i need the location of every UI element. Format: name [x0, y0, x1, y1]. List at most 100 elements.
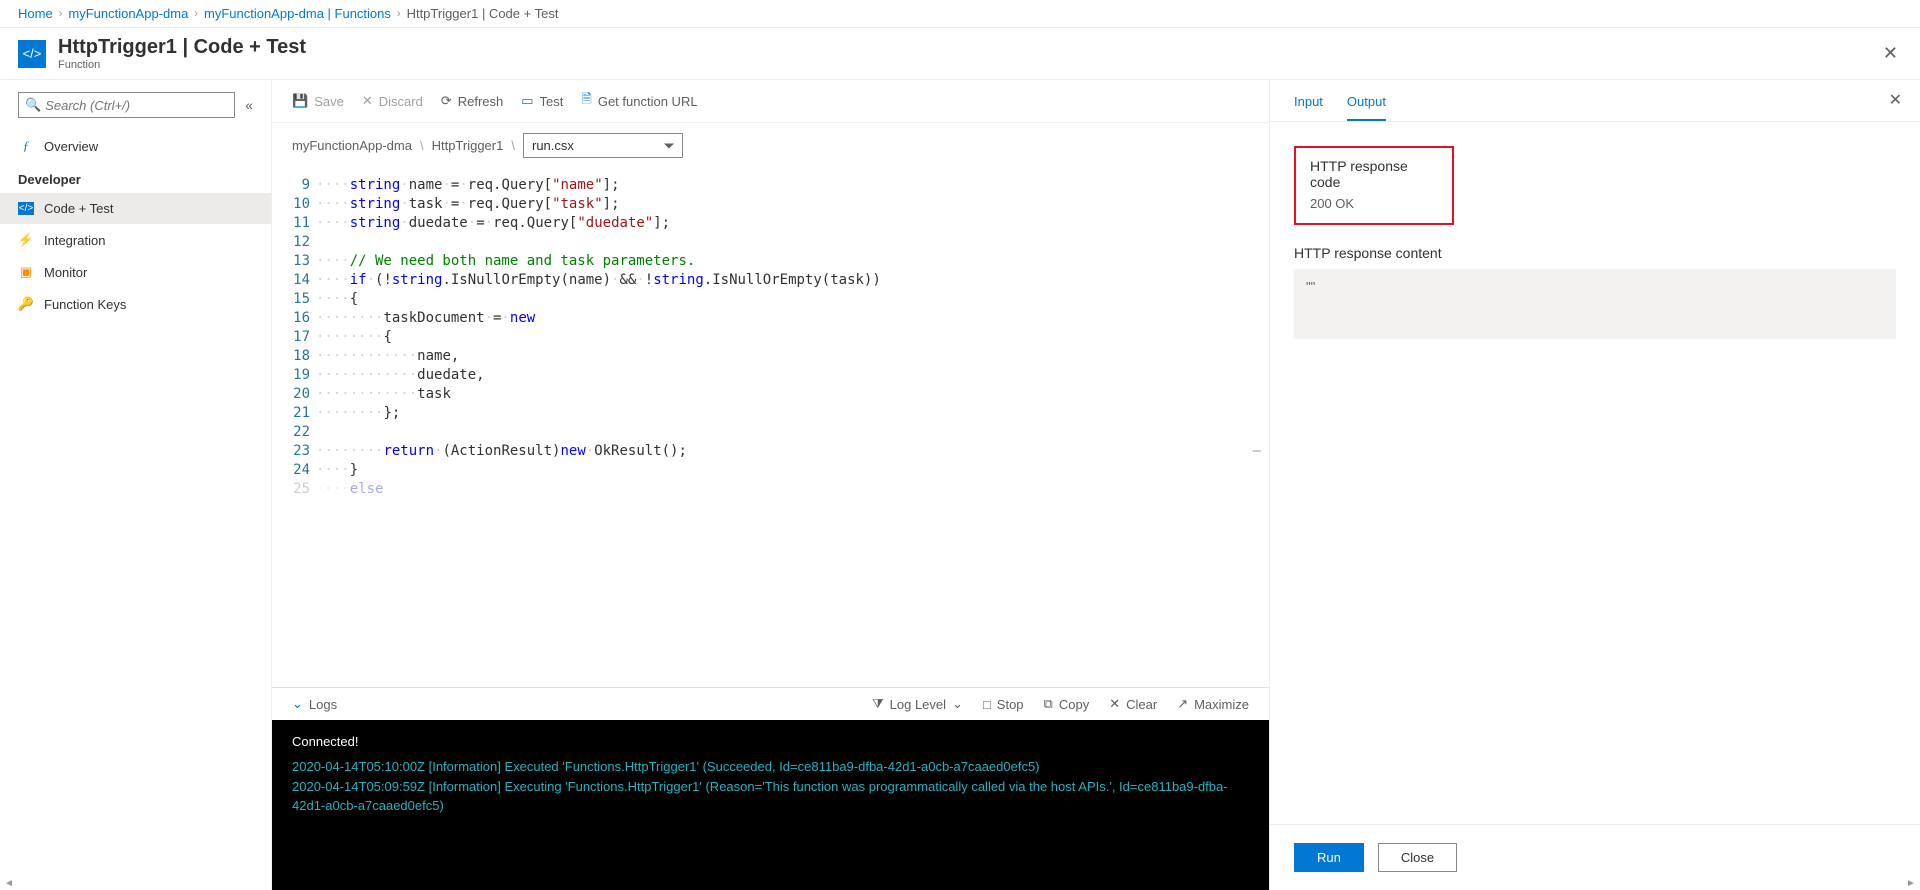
close-button[interactable]: Close — [1378, 843, 1457, 872]
copy-button[interactable]: ⧉ Copy — [1044, 696, 1090, 712]
sidebar-item-label: Integration — [44, 233, 105, 248]
maximize-button[interactable]: ↗ Maximize — [1177, 696, 1249, 712]
log-level-label: Log Level — [890, 697, 946, 712]
sidebar-item-overview[interactable]: ƒ Overview — [0, 130, 271, 162]
breadcrumb-current: HttpTrigger1 | Code + Test — [407, 6, 559, 21]
clear-icon: ✕ — [1109, 696, 1120, 712]
file-path-row: myFunctionApp-dma \ HttpTrigger1 \ run.c… — [272, 123, 1269, 172]
scroll-left-icon[interactable]: ◄ — [4, 878, 14, 889]
function-icon: </> — [18, 40, 46, 68]
console-output[interactable]: Connected! 2020-04-14T05:10:00Z [Informa… — [272, 720, 1269, 890]
close-blade-button[interactable]: ✕ — [1879, 39, 1902, 68]
chevron-right-icon: › — [194, 8, 198, 20]
save-label: Save — [314, 94, 344, 109]
sidebar-item-integration[interactable]: ⚡ Integration — [0, 224, 271, 256]
test-panel: ✕ Input Output HTTP response code 200 OK… — [1270, 80, 1920, 890]
code-editor[interactable]: 9101112 13141516 17181920 2122232425 ···… — [272, 172, 1269, 687]
response-code-value: 200 OK — [1310, 196, 1438, 211]
stop-label: Stop — [997, 697, 1024, 712]
logs-label: Logs — [309, 697, 337, 712]
sidebar-item-label: Monitor — [44, 265, 87, 280]
maximize-icon: ↗ — [1177, 696, 1188, 712]
maximize-label: Maximize — [1194, 697, 1249, 712]
path-separator: \ — [511, 138, 515, 153]
sidebar-item-code-test[interactable]: </> Code + Test — [0, 193, 271, 224]
url-icon: 🗎 — [581, 90, 591, 112]
response-code-label: HTTP response code — [1310, 158, 1438, 190]
sidebar-item-monitor[interactable]: ▣ Monitor — [0, 256, 271, 288]
line-gutter: 9101112 13141516 17181920 2122232425 — [272, 172, 316, 687]
file-dropdown[interactable]: run.csx — [523, 133, 683, 158]
breadcrumb-functions[interactable]: myFunctionApp-dma | Functions — [204, 6, 391, 21]
copy-label: Copy — [1059, 697, 1089, 712]
discard-button[interactable]: ✕ Discard — [362, 93, 423, 109]
run-button[interactable]: Run — [1294, 843, 1364, 872]
chevron-down-icon: ⌄ — [292, 696, 303, 712]
close-panel-button[interactable]: ✕ — [1889, 90, 1902, 110]
page-header: </> HttpTrigger1 | Code + Test Function … — [0, 28, 1920, 80]
save-icon: 💾 — [292, 93, 308, 109]
console-line: 2020-04-14T05:09:59Z [Information] Execu… — [292, 777, 1249, 816]
sidebar-section-developer: Developer — [0, 162, 271, 193]
test-icon: ▭ — [521, 93, 533, 109]
path-separator: \ — [420, 138, 424, 153]
refresh-label: Refresh — [458, 94, 504, 109]
sidebar-item-label: Overview — [44, 139, 98, 154]
sidebar-item-label: Code + Test — [44, 201, 114, 216]
filter-icon: ⧩ — [872, 696, 884, 712]
discard-icon: ✕ — [362, 93, 373, 109]
toolbar: 💾 Save ✕ Discard ⟳ Refresh ▭ Test 🗎 Get … — [272, 80, 1269, 123]
clear-label: Clear — [1126, 697, 1157, 712]
test-button[interactable]: ▭ Test — [521, 93, 563, 109]
search-icon: 🔍 — [25, 97, 41, 113]
breadcrumb: Home › myFunctionApp-dma › myFunctionApp… — [0, 0, 1920, 28]
logs-toolbar: ⌄ Logs ⧩ Log Level ⌄ □ Stop ⧉ Copy ✕ Cle… — [272, 687, 1269, 720]
logs-toggle[interactable]: ⌄ Logs — [292, 696, 337, 712]
stop-button[interactable]: □ Stop — [983, 697, 1024, 712]
clear-button[interactable]: ✕ Clear — [1109, 696, 1157, 712]
save-button[interactable]: 💾 Save — [292, 93, 344, 109]
sidebar-item-function-keys[interactable]: 🔑 Function Keys — [0, 288, 271, 320]
file-dropdown-value: run.csx — [532, 138, 574, 153]
monitor-icon: ▣ — [18, 264, 34, 280]
tab-input[interactable]: Input — [1294, 94, 1323, 121]
chevron-right-icon: › — [59, 8, 63, 20]
test-label: Test — [540, 94, 564, 109]
center-pane: 💾 Save ✕ Discard ⟳ Refresh ▭ Test 🗎 Get … — [272, 80, 1270, 890]
sidebar-item-label: Function Keys — [44, 297, 126, 312]
refresh-icon: ⟳ — [441, 93, 452, 109]
sidebar: 🔍 « ƒ Overview Developer </> Code + Test… — [0, 80, 272, 890]
get-url-label: Get function URL — [598, 94, 698, 109]
response-content-box: "" — [1294, 269, 1896, 339]
response-code-box: HTTP response code 200 OK — [1294, 146, 1454, 225]
scroll-right-icon[interactable]: ► — [1906, 878, 1916, 889]
refresh-button[interactable]: ⟳ Refresh — [441, 93, 503, 109]
page-title: HttpTrigger1 | Code + Test — [58, 36, 306, 59]
breadcrumb-home[interactable]: Home — [18, 6, 53, 21]
lightning-icon: ⚡ — [18, 232, 34, 248]
collapse-sidebar-button[interactable]: « — [245, 97, 253, 113]
get-function-url-button[interactable]: 🗎 Get function URL — [581, 90, 697, 112]
function-f-icon: ƒ — [18, 138, 34, 154]
copy-icon: ⧉ — [1044, 696, 1053, 712]
chevron-right-icon: › — [397, 8, 401, 20]
key-icon: 🔑 — [18, 296, 34, 312]
response-content-label: HTTP response content — [1294, 245, 1896, 261]
path-segment-func: HttpTrigger1 — [432, 138, 504, 153]
chevron-down-icon: ⌄ — [952, 696, 963, 712]
code-area[interactable]: ····string·name·=·req.Query["name"]; ···… — [316, 172, 1269, 687]
output-body: HTTP response code 200 OK HTTP response … — [1270, 122, 1920, 824]
test-tabs: Input Output — [1270, 80, 1920, 122]
breadcrumb-app[interactable]: myFunctionApp-dma — [68, 6, 188, 21]
path-segment-app: myFunctionApp-dma — [292, 138, 412, 153]
tab-output[interactable]: Output — [1347, 94, 1386, 121]
horizontal-scrollbar[interactable]: ◄ ► — [0, 876, 1920, 890]
search-box[interactable]: 🔍 — [18, 92, 235, 118]
log-level-dropdown[interactable]: ⧩ Log Level ⌄ — [872, 696, 963, 712]
search-input[interactable] — [45, 98, 228, 113]
code-icon: </> — [18, 202, 34, 215]
console-line: 2020-04-14T05:10:00Z [Information] Execu… — [292, 757, 1249, 777]
response-content-value: "" — [1306, 279, 1315, 294]
stop-icon: □ — [983, 697, 991, 712]
discard-label: Discard — [379, 94, 423, 109]
